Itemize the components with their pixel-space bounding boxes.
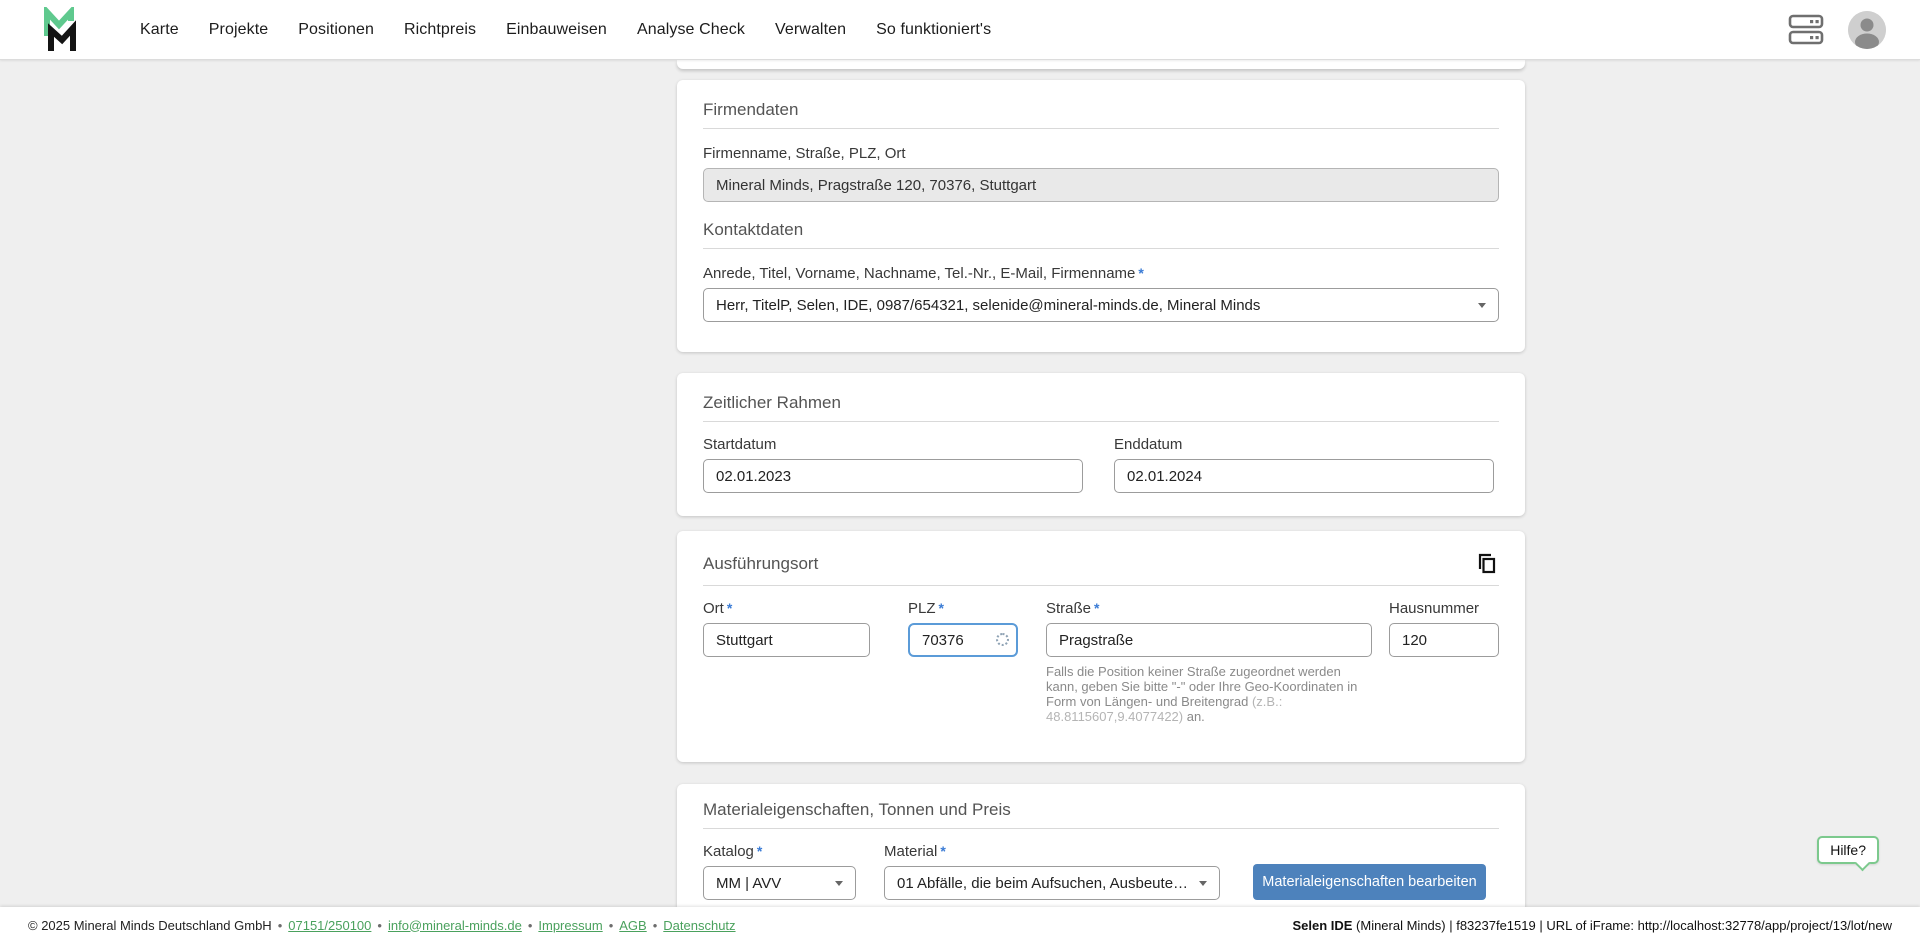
section-title-kontaktdaten: Kontaktdaten: [703, 220, 1499, 240]
enddatum-label: Enddatum: [1114, 436, 1494, 453]
startdatum-input[interactable]: [703, 459, 1083, 493]
footer-agb-link[interactable]: AGB: [619, 918, 646, 933]
main-nav: Karte Projekte Positionen Richtpreis Ein…: [140, 21, 991, 39]
footer-app-name: Selen IDE: [1292, 918, 1352, 933]
footer-separator: •: [278, 918, 283, 933]
section-title-material: Materialeigenschaften, Tonnen und Preis: [703, 800, 1499, 820]
footer-separator: •: [377, 918, 382, 933]
katalog-label-text: Katalog: [703, 843, 754, 860]
helper-text-end: an.: [1183, 709, 1205, 724]
katalog-select-value: MM | AVV: [716, 875, 781, 892]
section-title-ausfuehrungsort: Ausführungsort: [703, 554, 818, 574]
plz-label: PLZ*: [908, 600, 1018, 617]
strasse-helper-text: Falls die Position keiner Straße zugeord…: [1046, 664, 1368, 724]
divider: [703, 248, 1499, 249]
section-title-zeitlicher-rahmen: Zeitlicher Rahmen: [703, 393, 1499, 413]
footer-datenschutz-link[interactable]: Datenschutz: [663, 918, 735, 933]
contact-select-value: Herr, TitelP, Selen, IDE, 0987/654321, s…: [716, 297, 1260, 314]
ort-label-text: Ort: [703, 600, 724, 617]
footer-separator: •: [528, 918, 533, 933]
material-select[interactable]: 01 Abfälle, die beim Aufsuchen, Ausbeute…: [884, 866, 1220, 900]
help-button[interactable]: Hilfe?: [1817, 836, 1879, 864]
hausnummer-input[interactable]: [1389, 623, 1499, 657]
scrolled-card-bottom-edge: [677, 60, 1525, 69]
materialeigenschaften-card: Materialeigenschaften, Tonnen und Preis …: [677, 784, 1525, 907]
nav-item-einbauweisen[interactable]: Einbauweisen: [506, 21, 607, 39]
chevron-down-icon: [835, 881, 843, 886]
materialeigenschaften-bearbeiten-button[interactable]: Materialeigenschaften bearbeiten: [1253, 864, 1486, 900]
material-select-value: 01 Abfälle, die beim Aufsuchen, Ausbeute…: [897, 875, 1191, 892]
user-avatar[interactable]: [1848, 11, 1886, 49]
plz-label-text: PLZ: [908, 600, 936, 617]
enddatum-input[interactable]: [1114, 459, 1494, 493]
loading-spinner-icon: [996, 633, 1009, 646]
footer-separator: •: [609, 918, 614, 933]
nav-item-verwalten[interactable]: Verwalten: [775, 21, 846, 39]
katalog-label: Katalog*: [703, 843, 856, 860]
footer-phone-link[interactable]: 07151/250100: [288, 918, 371, 933]
contact-label-text: Anrede, Titel, Vorname, Nachname, Tel.-N…: [703, 265, 1135, 282]
footer-debug-info: Selen IDE (Mineral Minds) | f83237fe1519…: [1292, 918, 1892, 933]
chevron-down-icon: [1199, 881, 1207, 886]
helper-text-main: Falls die Position keiner Straße zugeord…: [1046, 664, 1357, 709]
strasse-label: Straße*: [1046, 600, 1372, 617]
ausfuehrungsort-card: Ausführungsort Ort* PLZ* Straße* Falls d…: [677, 531, 1525, 762]
material-label-text: Material: [884, 843, 937, 860]
chevron-down-icon: [1478, 303, 1486, 308]
top-navigation-bar: Karte Projekte Positionen Richtpreis Ein…: [0, 0, 1920, 60]
ort-label: Ort*: [703, 600, 870, 617]
help-button-label: Hilfe?: [1830, 842, 1866, 858]
nav-item-richtpreis[interactable]: Richtpreis: [404, 21, 476, 39]
footer-copyright: © 2025 Mineral Minds Deutschland GmbH: [28, 918, 272, 933]
material-label: Material*: [884, 843, 1220, 860]
contact-select[interactable]: Herr, TitelP, Selen, IDE, 0987/654321, s…: [703, 288, 1499, 322]
katalog-select[interactable]: MM | AVV: [703, 866, 856, 900]
copy-icon[interactable]: [1475, 551, 1499, 577]
required-marker: *: [939, 600, 944, 616]
required-marker: *: [757, 843, 762, 859]
nav-item-positionen[interactable]: Positionen: [298, 21, 374, 39]
speech-bubble-tail: [1855, 856, 1871, 872]
contact-field-label: Anrede, Titel, Vorname, Nachname, Tel.-N…: [703, 265, 1499, 282]
zeitlicher-rahmen-card: Zeitlicher Rahmen Startdatum Enddatum: [677, 373, 1525, 516]
footer-separator: •: [653, 918, 658, 933]
required-marker: *: [1138, 265, 1143, 281]
company-field-label: Firmenname, Straße, PLZ, Ort: [703, 145, 1499, 162]
strasse-input[interactable]: [1046, 623, 1372, 657]
divider: [703, 585, 1499, 586]
divider: [703, 128, 1499, 129]
company-input: [703, 168, 1499, 202]
nav-item-projekte[interactable]: Projekte: [209, 21, 269, 39]
footer-email-link[interactable]: info@mineral-minds.de: [388, 918, 522, 933]
mineral-minds-logo-icon[interactable]: [36, 7, 88, 53]
firmendaten-card: Firmendaten Firmenname, Straße, PLZ, Ort…: [677, 80, 1525, 352]
footer-bar: © 2025 Mineral Minds Deutschland GmbH • …: [0, 907, 1920, 943]
footer-app-details: (Mineral Minds) | f83237fe1519 | URL of …: [1352, 918, 1892, 933]
nav-item-analyse-check[interactable]: Analyse Check: [637, 21, 745, 39]
ort-input[interactable]: [703, 623, 870, 657]
strasse-label-text: Straße: [1046, 600, 1091, 617]
divider: [703, 828, 1499, 829]
server-icon[interactable]: [1788, 14, 1824, 46]
nav-item-so-funktionierts[interactable]: So funktioniert's: [876, 21, 991, 39]
nav-item-karte[interactable]: Karte: [140, 21, 179, 39]
required-marker: *: [940, 843, 945, 859]
startdatum-label: Startdatum: [703, 436, 1083, 453]
section-title-firmendaten: Firmendaten: [703, 100, 1499, 120]
required-marker: *: [1094, 600, 1099, 616]
hausnummer-label: Hausnummer: [1389, 600, 1499, 617]
required-marker: *: [727, 600, 732, 616]
footer-impressum-link[interactable]: Impressum: [538, 918, 602, 933]
